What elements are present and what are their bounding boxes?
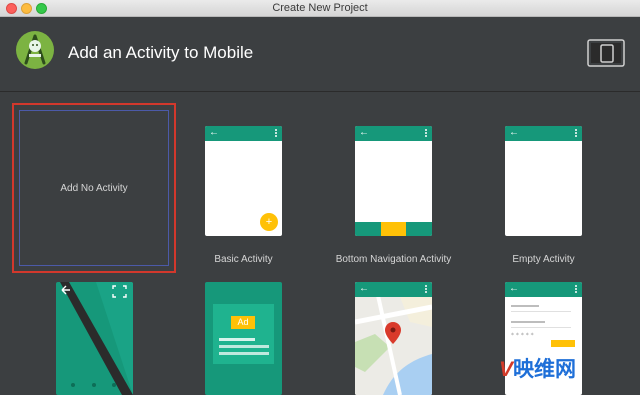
app-bar: ← xyxy=(205,126,282,141)
back-arrow-icon: ← xyxy=(509,283,519,294)
fullscreen-preview xyxy=(60,282,133,395)
svg-text:* * * * *: * * * * * xyxy=(511,332,534,339)
overflow-menu-icon xyxy=(575,285,577,294)
wizard-header: Add an Activity to Mobile xyxy=(0,17,640,92)
ad-badge: Ad xyxy=(231,316,255,329)
ad-preview-panel: Ad xyxy=(213,304,274,364)
watermark-logo: V映维网 xyxy=(499,353,576,383)
activity-tile-bottom-navigation-activity[interactable]: ← xyxy=(355,126,432,236)
overflow-menu-icon xyxy=(425,129,427,138)
back-arrow-icon: ← xyxy=(359,283,369,294)
activity-tile-admob-activity[interactable]: Ad xyxy=(205,282,282,395)
window-title: Create New Project xyxy=(272,2,368,14)
activity-tile-fullscreen-activity[interactable] xyxy=(56,282,133,395)
watermark-letter: V xyxy=(499,358,514,381)
tile-preview-empty: Add No Activity xyxy=(19,110,169,266)
activity-tile-empty-activity[interactable]: ← xyxy=(505,126,582,236)
watermark-text: 映维网 xyxy=(513,358,577,381)
map-preview xyxy=(355,282,432,395)
app-bar: ← xyxy=(505,282,582,297)
back-arrow-icon: ← xyxy=(359,127,369,138)
activity-label: Add No Activity xyxy=(60,182,128,194)
activity-label: Bottom Navigation Activity xyxy=(335,254,452,265)
fab-icon: + xyxy=(260,213,278,231)
page-title: Add an Activity to Mobile xyxy=(68,43,254,62)
bottom-navigation-bar xyxy=(355,222,432,236)
title-bar: Create New Project xyxy=(0,0,640,17)
app-bar: ← xyxy=(505,126,582,141)
android-studio-logo-icon xyxy=(16,31,54,69)
app-bar: ← xyxy=(355,282,432,297)
create-new-project-window: Create New Project Add an Activity to Mo… xyxy=(0,0,640,395)
overflow-menu-icon xyxy=(275,129,277,138)
tablet-phone-icon xyxy=(587,39,625,67)
activity-label: Basic Activity xyxy=(214,254,273,265)
activity-tile-maps-activity[interactable]: ← xyxy=(355,282,432,395)
activity-label: Empty Activity xyxy=(512,254,575,265)
activity-tile-add-no-activity[interactable]: Add No Activity xyxy=(12,103,176,273)
overflow-menu-icon xyxy=(575,129,577,138)
activity-tile-basic-activity[interactable]: ← + xyxy=(205,126,282,236)
back-arrow-icon: ← xyxy=(509,127,519,138)
app-bar: ← xyxy=(355,126,432,141)
back-arrow-icon: ← xyxy=(209,127,219,138)
overflow-menu-icon xyxy=(425,285,427,294)
